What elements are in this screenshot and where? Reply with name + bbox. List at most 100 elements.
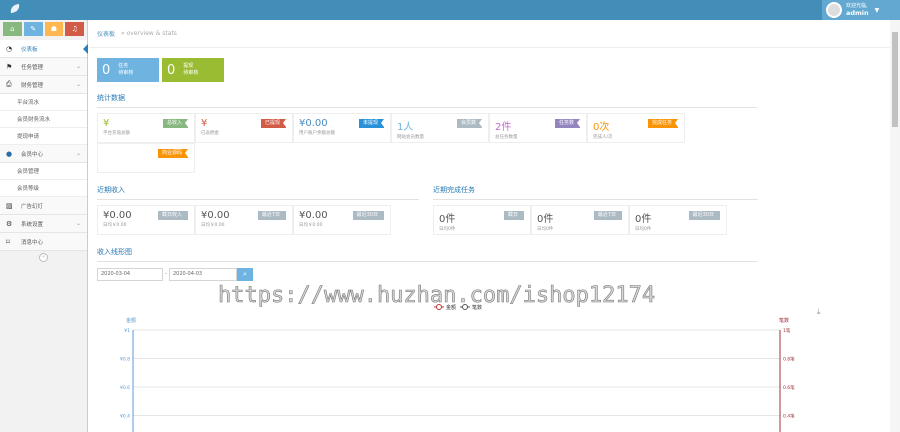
card-label: 日均￥0.00 — [299, 223, 323, 228]
leaf-logo-icon[interactable] — [9, 3, 21, 14]
card-label: 日均0件 — [439, 227, 456, 232]
search-button[interactable]: ⌕ — [237, 268, 253, 281]
infobox-pending-tasks[interactable]: 0 任务 待审核 — [97, 58, 159, 82]
date-to-input[interactable]: 2020-04-03 — [169, 268, 237, 281]
sidebar-item-settings[interactable]: ⚙ 系统设置 ⌄ — [0, 215, 87, 233]
sidebar-item-ads[interactable]: ▨ 广告幻灯 — [0, 197, 87, 215]
chevron-down-icon: ⌄ — [75, 81, 81, 88]
y-left-label: 金额 — [126, 317, 136, 324]
infobox-pending-withdraw[interactable]: 0 提现 待审核 — [162, 58, 224, 82]
card-label: 日均0件 — [635, 227, 652, 232]
breadcrumb: 仪表板 » overview & stats — [89, 20, 890, 48]
stat-tag: 任务数 — [554, 119, 581, 128]
cog-icon: ⚙ — [6, 219, 13, 228]
y-left-tick: ¥0.6 — [120, 385, 130, 391]
stat-tag: 会员数 — [456, 119, 483, 128]
income-line-chart: 金额笔数¥11笔¥0.80.8笔¥0.60.6笔¥0.40.4笔¥0.20.2笔… — [120, 304, 821, 432]
stat-card: 2件 总任务数量 任务数 — [489, 113, 587, 143]
page-subtitle: » overview & stats — [121, 30, 177, 37]
user-icon: ● — [6, 149, 13, 158]
stat-label: 完成人/次 — [593, 135, 613, 140]
legend-marker[interactable] — [462, 304, 468, 310]
stat-label: 用户账户余额总额 — [299, 131, 335, 136]
stat-tag: 完成任务 — [647, 119, 679, 128]
tasks-heading: 近期完成任务 — [433, 185, 758, 200]
sidebar: ⌂ ✎ ☗ ♫ ◔ 仪表板 ⚑ 任务管理 ⌄ ⎙ 财务管理 ⌄ 平台流水 会员财务流水 提… — [0, 20, 88, 432]
bell-button[interactable]: ♫ — [65, 22, 84, 36]
avatar — [826, 2, 842, 18]
scrollbar[interactable] — [890, 20, 900, 432]
stats-heading: 统计数据 — [97, 93, 757, 108]
navbar: 欢迎光临, admin ▼ — [0, 0, 900, 20]
card-label: 日均￥0.00 — [201, 223, 225, 228]
stat-card: ¥ 平台充值总额 总收入 — [97, 113, 195, 143]
flag-icon: ⚑ — [6, 62, 13, 71]
y-left-tick: ¥0.8 — [120, 357, 130, 363]
card-tag: 最近7日 — [257, 211, 286, 220]
user-menu[interactable]: 欢迎光临, admin ▼ — [822, 0, 900, 20]
legend-label: 金额 — [446, 304, 456, 311]
sidebar-item-finance[interactable]: ⎙ 财务管理 ⌄ — [0, 76, 87, 94]
user-name: admin — [846, 9, 869, 17]
users-button[interactable]: ☗ — [44, 22, 64, 36]
print-icon: ⎙ — [6, 80, 12, 88]
collapse-sidebar-button[interactable]: « — [39, 252, 48, 262]
sidebar-item-dashboard[interactable]: ◔ 仪表板 — [0, 40, 88, 58]
card-tag: 最近7日 — [593, 211, 622, 220]
sidebar-item-withdraw[interactable]: 提现申请 — [0, 128, 87, 145]
sidebar-item-members[interactable]: ● 会员中心 ⌄ — [0, 145, 87, 163]
tasks-card: 0件 日均0件 截日 — [433, 205, 531, 235]
income-card: ¥0.00 日均￥0.00 截日收入 — [97, 205, 195, 235]
sidebar-item-messages[interactable]: ⌑ 消息中心 — [0, 233, 87, 251]
stat-card: ¥0.00 用户账户余额总额 未提现 — [293, 113, 391, 143]
stat-label: 总任务数量 — [495, 135, 518, 140]
y-right-tick: 0.4笔 — [783, 413, 795, 420]
y-right-tick: 0.6笔 — [783, 384, 795, 391]
picture-icon: ▨ — [6, 201, 13, 210]
tasks-card: 0件 日均0件 最近30日 — [629, 205, 727, 235]
download-icon[interactable]: ⤓ — [817, 307, 821, 316]
stat-card: 商业源码 — [97, 143, 195, 173]
card-tag: 最近30日 — [688, 211, 720, 220]
dashboard-icon: ◔ — [6, 44, 13, 53]
stat-tag: 总收入 — [162, 119, 189, 128]
sidebar-item-member-manage[interactable]: 会员管理 — [0, 163, 87, 180]
stat-card: 0次 完成人/次 完成任务 — [587, 113, 685, 143]
bookmark-icon: ⌑ — [6, 237, 10, 246]
income-card: ¥0.00 日均￥0.00 最近30日 — [293, 205, 391, 235]
card-label: 日均0件 — [537, 227, 554, 232]
card-tag: 最近30日 — [352, 211, 384, 220]
stat-tag: 未提现 — [358, 119, 385, 128]
home-button[interactable]: ⌂ — [3, 22, 22, 36]
stat-label: 已返佣金 — [201, 131, 219, 136]
chevron-down-icon: ⌄ — [75, 63, 81, 70]
card-tag: 截日收入 — [157, 211, 188, 220]
sidebar-item-member-finance[interactable]: 会员财务流水 — [0, 111, 87, 128]
legend-label: 笔数 — [472, 304, 482, 311]
legend-marker[interactable] — [436, 304, 442, 310]
date-from-input[interactable]: 2020-03-04 — [97, 268, 163, 281]
main-content: 仪表板 » overview & stats 0 任务 待审核 0 提现 待审核 统计数据… — [89, 20, 890, 432]
y-right-label: 笔数 — [779, 317, 789, 324]
date-separator: - — [165, 271, 167, 277]
sidebar-item-tasks[interactable]: ⚑ 任务管理 ⌄ — [0, 58, 87, 76]
stat-tag: 已提现 — [260, 119, 287, 128]
stat-card: 1人 网站会员数量 会员数 — [391, 113, 489, 143]
sidebar-item-platform-flow[interactable]: 平台流水 — [0, 94, 87, 111]
income-card: ¥0.00 日均￥0.00 最近7日 — [195, 205, 293, 235]
y-right-tick: 0.8笔 — [783, 356, 795, 363]
stat-card: ¥ 已返佣金 已提现 — [195, 113, 293, 143]
chevron-down-icon: ⌄ — [75, 150, 81, 157]
stat-label: 网站会员数量 — [397, 135, 424, 140]
stat-tag: 商业源码 — [157, 149, 189, 158]
y-left-tick: ¥0.4 — [120, 414, 130, 420]
sidebar-item-member-level[interactable]: 会员等级 — [0, 180, 87, 197]
card-label: 日均￥0.00 — [103, 223, 127, 228]
pencil-button[interactable]: ✎ — [23, 22, 43, 36]
page-title: 仪表板 — [97, 31, 116, 38]
tasks-card: 0件 日均0件 最近7日 — [531, 205, 629, 235]
chevron-down-icon: ⌄ — [75, 220, 81, 227]
caret-down-icon: ▼ — [874, 6, 880, 14]
card-tag: 截日 — [503, 211, 524, 220]
chart-heading: 收入线形图 — [97, 247, 757, 262]
